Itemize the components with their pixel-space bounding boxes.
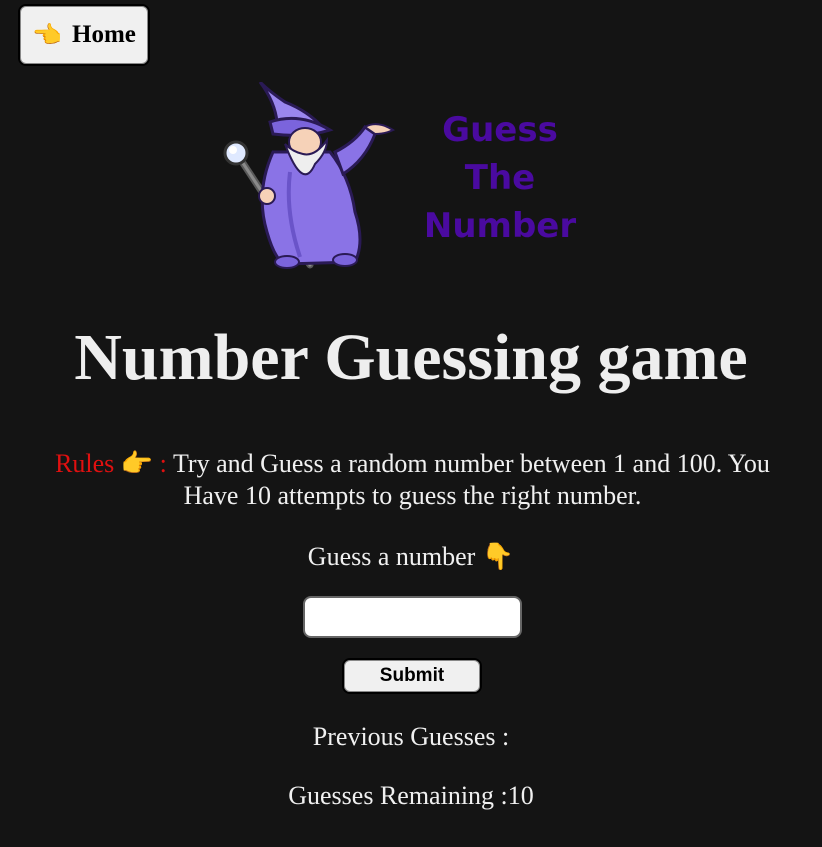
guess-label: Guess a number 👇 xyxy=(307,542,515,571)
guesses-remaining: Guesses Remaining :10 xyxy=(0,781,822,811)
rules-label: Rules 👉 : xyxy=(55,449,167,478)
previous-guesses-label: Previous Guesses : xyxy=(312,722,510,751)
guesses-remaining-label: Guesses Remaining : xyxy=(288,781,508,810)
logo-text: Guess The Number xyxy=(400,106,600,250)
submit-button[interactable]: Submit xyxy=(342,658,482,694)
rules-text: Rules 👉 : Try and Guess a random number … xyxy=(40,448,785,512)
logo-text-line1: Guess xyxy=(442,110,558,150)
pointing-left-hand-icon: 👈 xyxy=(32,22,62,49)
wizard-logo-image xyxy=(223,82,396,269)
pointing-right-hand-icon: 👉 xyxy=(120,449,154,478)
page-title: Number Guessing game xyxy=(74,321,748,394)
guess-input[interactable] xyxy=(303,596,522,638)
logo-text-line2: The xyxy=(464,158,536,198)
rules-description: Try and Guess a random number between 1 … xyxy=(172,449,770,510)
pointing-down-hand-icon: 👇 xyxy=(481,542,515,571)
home-button[interactable]: 👈 Home xyxy=(18,4,150,66)
logo-text-line3: Number xyxy=(423,206,577,246)
guesses-remaining-value: 10 xyxy=(507,781,534,810)
home-button-label: Home xyxy=(72,21,136,48)
